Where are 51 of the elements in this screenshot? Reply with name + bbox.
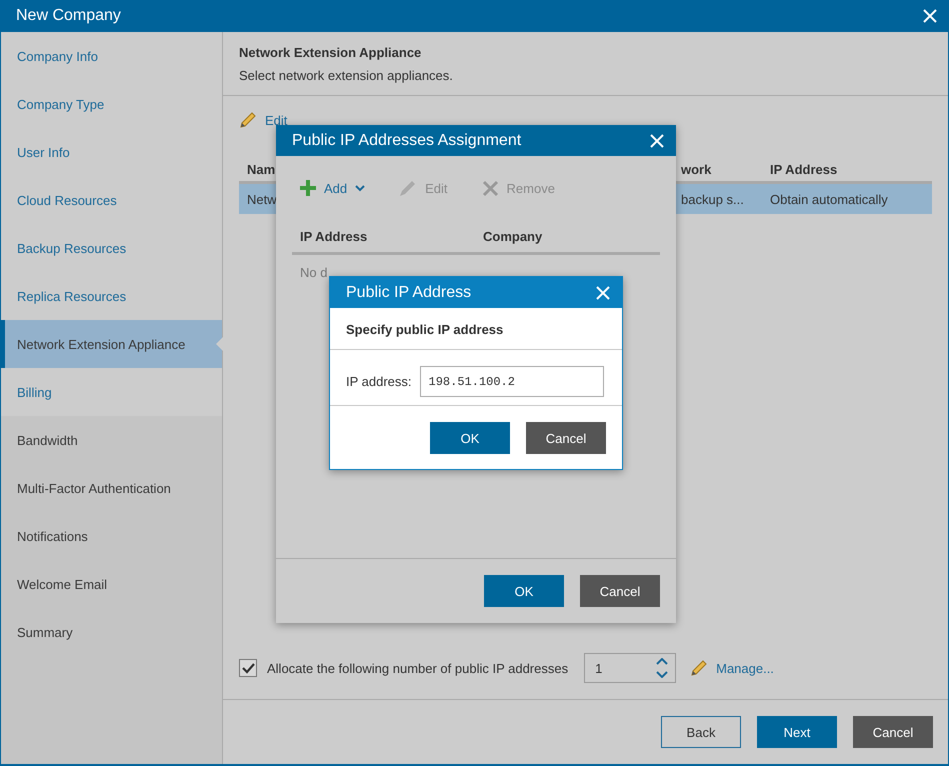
close-icon xyxy=(596,286,610,300)
empty-message: No d xyxy=(300,265,328,280)
edit-button[interactable]: Edit xyxy=(239,111,288,129)
cancel-button[interactable]: Cancel xyxy=(526,422,606,454)
cancel-button[interactable]: Cancel xyxy=(580,575,660,607)
pencil-icon xyxy=(239,111,257,129)
checkbox[interactable] xyxy=(239,659,257,677)
sidebar-item[interactable]: Company Info xyxy=(1,32,222,80)
page-subtitle: Select network extension appliances. xyxy=(239,68,454,83)
manage-link[interactable]: Manage... xyxy=(690,659,774,677)
ip-address-field[interactable]: 198.51.100.2 xyxy=(420,366,604,397)
ok-button[interactable]: OK xyxy=(484,575,564,607)
table-cell-text: backup s... xyxy=(680,192,745,206)
column-header: work xyxy=(680,162,712,176)
checkmark-icon xyxy=(242,662,254,674)
x-icon xyxy=(482,180,499,196)
close-button[interactable] xyxy=(648,132,666,150)
chevron-down-icon xyxy=(355,184,366,192)
sidebar-item[interactable]: Billing xyxy=(1,368,222,416)
ok-button[interactable]: Next xyxy=(757,716,837,748)
sidebar-item[interactable]: Backup Resources xyxy=(1,224,222,272)
pencil-icon xyxy=(399,179,418,197)
sidebar-item[interactable]: Replica Resources xyxy=(1,272,222,320)
close-icon xyxy=(923,9,937,23)
sidebar-item[interactable]: Company Type xyxy=(1,80,222,128)
ok-button[interactable]: OK xyxy=(430,422,510,454)
window-title: New Company xyxy=(16,7,121,25)
dialog-title: Public IP Address xyxy=(346,284,472,302)
add-button[interactable]: Add xyxy=(300,180,366,196)
page-title: Network Extension Appliance xyxy=(239,45,422,60)
sidebar-item[interactable]: Cloud Resources xyxy=(1,176,222,224)
pencil-icon xyxy=(690,659,708,677)
close-icon xyxy=(650,134,664,148)
column-header: IP Address xyxy=(770,162,838,176)
column-header: Company xyxy=(483,228,542,244)
dialog-heading: Specify public IP address xyxy=(330,308,622,350)
close-button[interactable] xyxy=(594,284,612,302)
plus-icon xyxy=(300,180,316,196)
table-cell-text: Obtain automatically xyxy=(770,192,889,206)
column-header: Nam xyxy=(246,162,276,176)
field-label: IP address: xyxy=(346,374,412,389)
back-button[interactable]: Back xyxy=(661,716,741,748)
cancel-button[interactable]: Cancel xyxy=(853,716,933,748)
number-spinner[interactable]: 1 xyxy=(584,653,676,683)
close-button[interactable] xyxy=(921,7,939,25)
table-cell-text: Netw xyxy=(246,192,278,206)
dialog-title: Public IP Addresses Assignment xyxy=(292,132,522,150)
sidebar-item[interactable]: Network Extension Appliance xyxy=(1,320,222,368)
sidebar-item[interactable]: User Info xyxy=(1,128,222,176)
checkbox-label: Allocate the following number of public IP addresses xyxy=(267,660,568,676)
column-header: IP Address xyxy=(300,228,368,244)
